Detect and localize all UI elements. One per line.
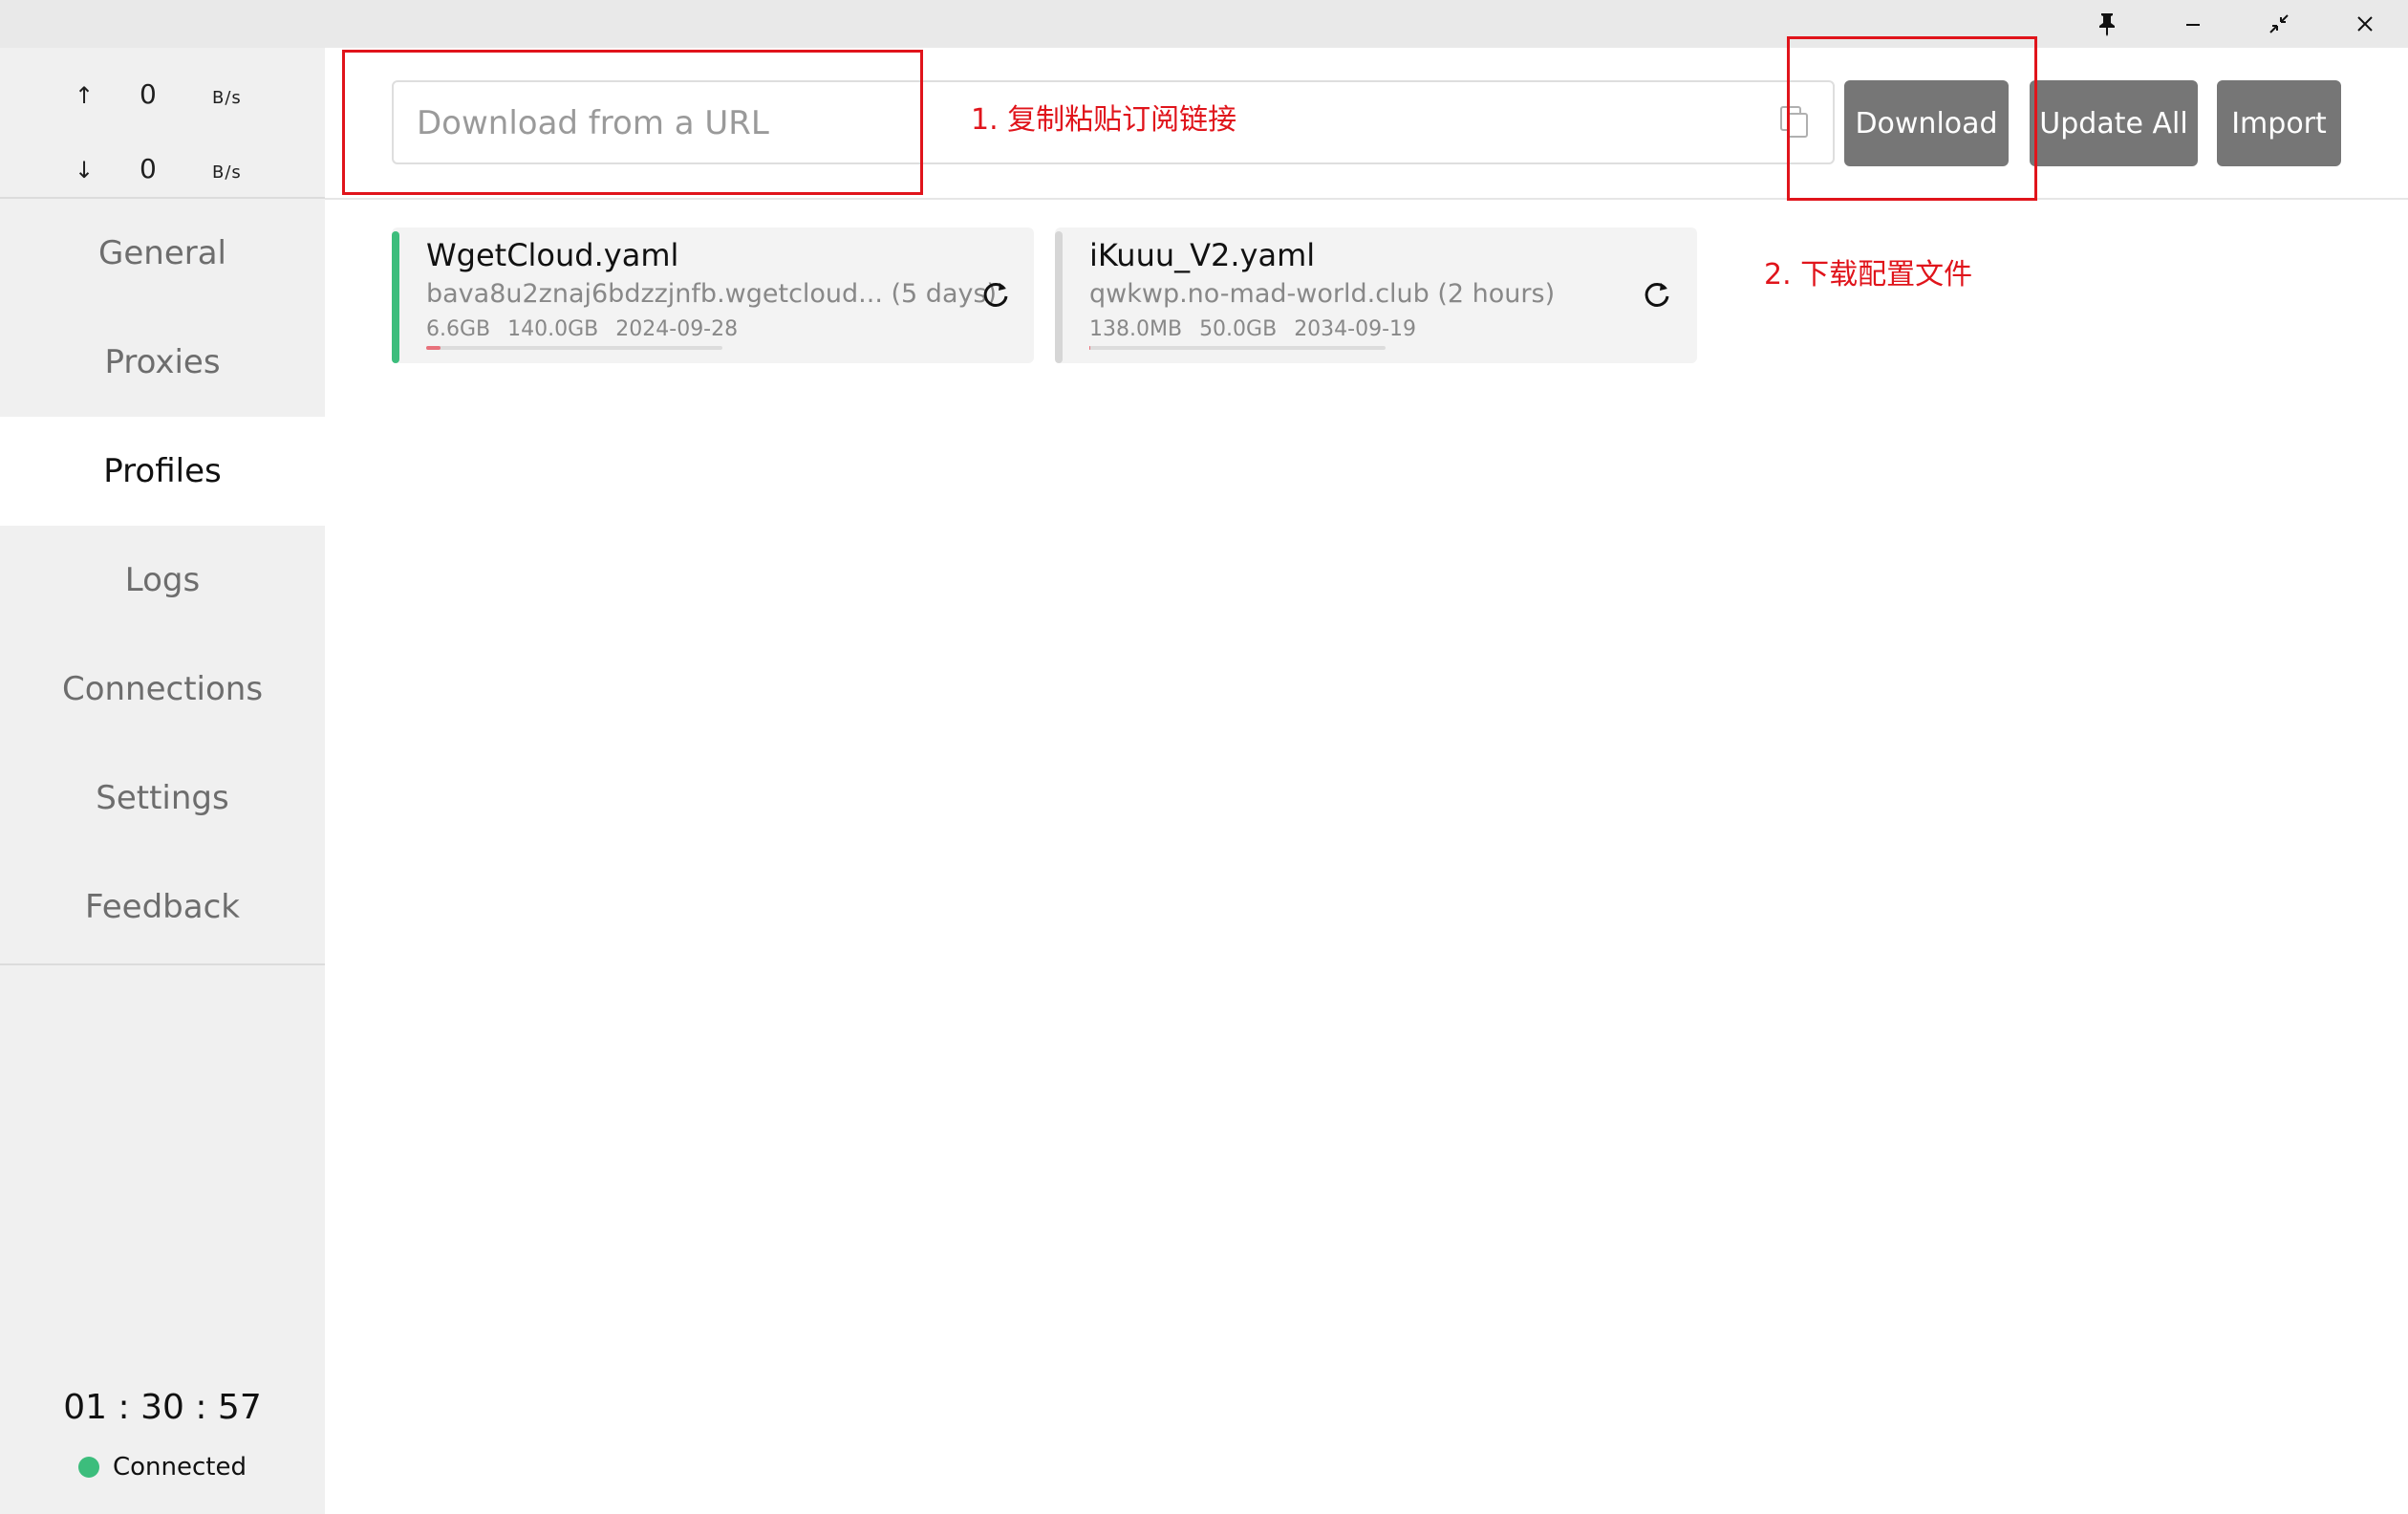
- upload-arrow-icon: ↑: [75, 82, 95, 109]
- profile-used: 138.0MB: [1089, 317, 1183, 341]
- annotation-box-download: [1787, 36, 2037, 201]
- profile-stats: 6.6GB 140.0GB 2024-09-28: [426, 317, 755, 341]
- profile-expire: 2034-09-19: [1294, 317, 1417, 341]
- upload-speed-unit: B/s: [212, 88, 242, 108]
- profile-usage-bar: [1089, 346, 1386, 350]
- download-arrow-icon: ↓: [75, 157, 95, 184]
- title-bar: [0, 0, 2408, 48]
- download-speed-unit: B/s: [212, 162, 242, 183]
- sidebar-item-settings[interactable]: Settings: [0, 744, 325, 853]
- connection-status-label: Connected: [112, 1453, 247, 1482]
- sidebar: ↑ 0 B/s ↓ 0 B/s General Proxies Profiles…: [0, 48, 325, 1514]
- uptime-timer: 01 : 30 : 57: [63, 1388, 262, 1427]
- sidebar-item-general[interactable]: General: [0, 199, 325, 308]
- profile-usage-fill: [426, 346, 441, 350]
- import-button[interactable]: Import: [2217, 80, 2341, 166]
- sidebar-item-profiles[interactable]: Profiles: [0, 417, 325, 526]
- profile-usage-fill: [1089, 346, 1090, 350]
- annotation-box-url: [342, 50, 923, 195]
- profile-selected-indicator: [392, 231, 399, 363]
- download-speed: ↓ 0 B/s: [0, 141, 325, 199]
- connection-status: Connected: [0, 1453, 325, 1482]
- profile-used: 6.6GB: [426, 317, 491, 341]
- profile-stats: 138.0MB 50.0GB 2034-09-19: [1089, 317, 1433, 341]
- close-icon[interactable]: [2322, 0, 2408, 48]
- refresh-icon[interactable]: [1640, 277, 1674, 312]
- sidebar-item-feedback[interactable]: Feedback: [0, 853, 325, 962]
- profile-card-ikuuu[interactable]: iKuuu_V2.yaml qwkwp.no-mad-world.club (2…: [1055, 227, 1697, 363]
- traffic-panel: ↑ 0 B/s ↓ 0 B/s: [0, 48, 325, 199]
- sidebar-nav: General Proxies Profiles Logs Connection…: [0, 199, 325, 962]
- sidebar-item-logs[interactable]: Logs: [0, 526, 325, 635]
- profile-source: qwkwp.no-mad-world.club (2 hours): [1089, 279, 1556, 309]
- profile-name: WgetCloud.yaml: [426, 237, 679, 273]
- profile-card-wgetcloud[interactable]: WgetCloud.yaml bava8u2znaj6bdzzjnfb.wget…: [392, 227, 1034, 363]
- refresh-icon[interactable]: [978, 277, 1013, 312]
- sidebar-item-connections[interactable]: Connections: [0, 635, 325, 744]
- minimize-icon[interactable]: [2150, 0, 2236, 48]
- sidebar-item-proxies[interactable]: Proxies: [0, 308, 325, 417]
- profile-indicator: [1055, 231, 1063, 363]
- profile-usage-bar: [426, 346, 722, 350]
- upload-speed: ↑ 0 B/s: [0, 67, 325, 124]
- status-dot-icon: [77, 1457, 99, 1478]
- annotation-step1: 1. 复制粘贴订阅链接: [971, 103, 1237, 137]
- profile-expire: 2024-09-28: [615, 317, 739, 341]
- profile-source: bava8u2znaj6bdzzjnfb.wgetcloud... (5 day…: [426, 279, 998, 309]
- download-speed-value: 0: [140, 153, 157, 184]
- profile-total: 140.0GB: [507, 317, 599, 341]
- update-all-button[interactable]: Update All: [2030, 80, 2198, 166]
- sidebar-divider: [0, 963, 325, 965]
- pin-icon[interactable]: [2064, 0, 2150, 48]
- profile-total: 50.0GB: [1199, 317, 1278, 341]
- annotation-step2: 2. 下载配置文件: [1764, 258, 1973, 292]
- profile-name: iKuuu_V2.yaml: [1089, 237, 1316, 273]
- upload-speed-value: 0: [140, 78, 157, 110]
- restore-icon[interactable]: [2236, 0, 2322, 48]
- header-divider: [325, 198, 2408, 200]
